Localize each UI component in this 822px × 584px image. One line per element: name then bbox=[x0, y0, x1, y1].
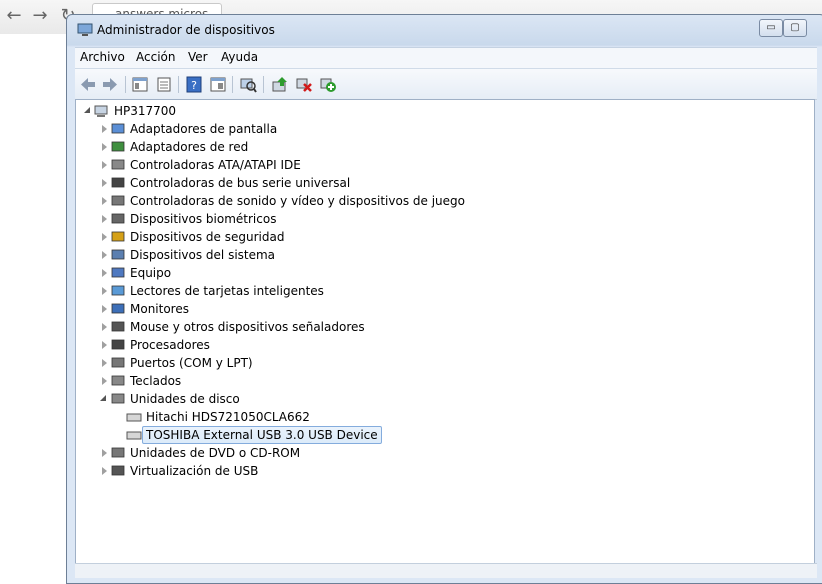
tree-category-label: Dispositivos del sistema bbox=[130, 248, 276, 262]
collapse-arrow-icon[interactable] bbox=[102, 287, 107, 295]
menu-accion[interactable]: Acción bbox=[133, 50, 178, 64]
network-adapter-icon bbox=[111, 141, 125, 152]
tree-category-label: Controladoras de sonido y vídeo y dispos… bbox=[130, 194, 465, 208]
tree-category-label: Controladoras ATA/ATAPI IDE bbox=[130, 158, 301, 172]
scan-hardware-icon[interactable] bbox=[239, 76, 257, 93]
status-bar bbox=[75, 563, 817, 578]
biometric-icon bbox=[111, 213, 125, 224]
usb-disk-icon bbox=[126, 431, 142, 440]
collapse-arrow-icon[interactable] bbox=[102, 179, 107, 187]
help-icon[interactable]: ? bbox=[185, 76, 203, 93]
tree-category-label: Lectores de tarjetas inteligentes bbox=[130, 284, 324, 298]
tree-category-label: Puertos (COM y LPT) bbox=[130, 356, 253, 370]
expand-arrow-icon[interactable] bbox=[84, 107, 90, 113]
tree-category-label: Virtualización de USB bbox=[130, 464, 259, 478]
menu-archivo[interactable]: Archivo bbox=[77, 50, 128, 64]
collapse-arrow-icon[interactable] bbox=[102, 341, 107, 349]
update-driver-icon[interactable] bbox=[271, 76, 289, 93]
forward-arrow-icon[interactable] bbox=[101, 76, 119, 93]
tree-category-label: Procesadores bbox=[130, 338, 210, 352]
enable-device-icon[interactable] bbox=[319, 76, 337, 93]
tree-category-label: Dispositivos biométricos bbox=[130, 212, 277, 226]
usb-controller-icon bbox=[111, 177, 125, 188]
title-bar[interactable]: Administrador de dispositivos ▭ ▢ bbox=[67, 15, 822, 45]
dvd-drive-icon bbox=[111, 447, 125, 458]
display-adapter-icon bbox=[111, 123, 125, 134]
collapse-arrow-icon[interactable] bbox=[102, 467, 107, 475]
toolbar: ? bbox=[75, 68, 817, 100]
browser-back-icon[interactable]: ← bbox=[4, 6, 24, 26]
sound-icon bbox=[111, 195, 125, 206]
collapse-arrow-icon[interactable] bbox=[102, 197, 107, 205]
menu-ayuda[interactable]: Ayuda bbox=[218, 50, 261, 64]
toolbar-separator bbox=[178, 76, 179, 93]
view-icon[interactable] bbox=[209, 76, 227, 93]
collapse-arrow-icon[interactable] bbox=[102, 161, 107, 169]
toolbar-separator bbox=[263, 76, 264, 93]
maximize-icon: ▢ bbox=[790, 22, 800, 33]
computer-icon bbox=[94, 105, 108, 117]
root-label: HP317700 bbox=[114, 104, 177, 118]
tree-category-label: Teclados bbox=[130, 374, 182, 388]
collapse-arrow-icon[interactable] bbox=[102, 251, 107, 259]
browser-page-area bbox=[0, 34, 66, 577]
port-icon bbox=[111, 357, 125, 368]
device-manager-window: Administrador de dispositivos ▭ ▢ Archiv… bbox=[66, 14, 822, 584]
tree-category-label: Unidades de DVD o CD-ROM bbox=[130, 446, 301, 460]
tree-category-label: Mouse y otros dispositivos señaladores bbox=[130, 320, 365, 334]
monitor-icon bbox=[111, 303, 125, 314]
collapse-arrow-icon[interactable] bbox=[102, 449, 107, 457]
window-title: Administrador de dispositivos bbox=[97, 23, 275, 37]
tree-category-label: Equipo bbox=[130, 266, 172, 280]
tree-category-label: Unidades de disco bbox=[130, 392, 240, 406]
computer-icon bbox=[111, 267, 125, 278]
minimize-icon: ▭ bbox=[766, 22, 776, 33]
disk-drive-icon bbox=[126, 413, 142, 422]
collapse-arrow-icon[interactable] bbox=[102, 233, 107, 241]
svg-text:?: ? bbox=[191, 79, 197, 92]
browser-forward-icon[interactable]: → bbox=[30, 6, 50, 26]
uninstall-icon[interactable] bbox=[295, 76, 313, 93]
processor-icon bbox=[111, 339, 125, 350]
collapse-arrow-icon[interactable] bbox=[102, 305, 107, 313]
back-arrow-icon[interactable] bbox=[79, 76, 97, 93]
collapse-arrow-icon[interactable] bbox=[102, 125, 107, 133]
tree-category-label: Controladoras de bus serie universal bbox=[130, 176, 351, 190]
usb-virtual-icon bbox=[111, 465, 125, 476]
collapse-arrow-icon[interactable] bbox=[102, 323, 107, 331]
collapse-arrow-icon[interactable] bbox=[102, 377, 107, 385]
smart-card-icon bbox=[111, 285, 125, 296]
tree-category-label: Adaptadores de pantalla bbox=[130, 122, 278, 136]
device-manager-icon bbox=[77, 23, 93, 36]
tree-category-label: Adaptadores de red bbox=[130, 140, 249, 154]
collapse-arrow-icon[interactable] bbox=[102, 215, 107, 223]
collapse-arrow-icon[interactable] bbox=[102, 359, 107, 367]
collapse-arrow-icon[interactable] bbox=[102, 143, 107, 151]
toolbar-separator bbox=[125, 76, 126, 93]
minimize-button[interactable]: ▭ bbox=[759, 19, 783, 37]
menu-ver[interactable]: Ver bbox=[185, 50, 211, 64]
console-tree-icon[interactable] bbox=[131, 76, 149, 93]
tree-device-label: TOSHIBA External USB 3.0 USB Device bbox=[142, 426, 382, 444]
maximize-button[interactable]: ▢ bbox=[783, 19, 807, 37]
system-device-icon bbox=[111, 249, 125, 260]
toolbar-separator bbox=[232, 76, 233, 93]
keyboard-icon bbox=[111, 375, 125, 386]
tree-category-label: Dispositivos de seguridad bbox=[130, 230, 285, 244]
mouse-icon bbox=[111, 321, 125, 332]
disk-drive-icon bbox=[111, 393, 125, 404]
tree-category-label: Monitores bbox=[130, 302, 189, 316]
tree-device-label: Hitachi HDS721050CLA662 bbox=[146, 410, 310, 424]
security-key-icon bbox=[111, 231, 125, 242]
properties-icon[interactable] bbox=[155, 76, 173, 93]
device-tree-panel[interactable]: HP317700 Adaptadores de pantalla Adaptado… bbox=[75, 99, 815, 577]
menu-bar: Archivo Acción Ver Ayuda bbox=[75, 47, 817, 68]
ide-controller-icon bbox=[111, 159, 125, 170]
collapse-arrow-icon[interactable] bbox=[102, 269, 107, 277]
expand-arrow-icon[interactable] bbox=[100, 395, 106, 401]
